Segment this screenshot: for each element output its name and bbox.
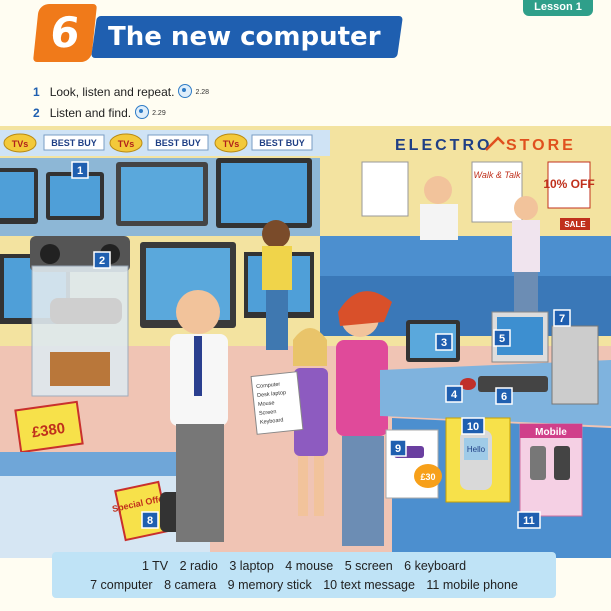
phone-screen-text: Hello bbox=[467, 445, 486, 454]
legend-item: 2 radio bbox=[179, 559, 218, 573]
discount-text: 10% OFF bbox=[543, 177, 594, 191]
sign-tvs-text: TVs bbox=[118, 139, 135, 149]
instruction-text: Listen and find. bbox=[49, 106, 132, 120]
callout-4-label: 4 bbox=[451, 389, 458, 401]
vocabulary-legend: 1 TV 2 radio 3 laptop 4 mouse 5 screen 6… bbox=[52, 552, 556, 598]
legend-item: 9 memory stick bbox=[227, 578, 312, 592]
unit-number-badge: 6 bbox=[32, 4, 98, 62]
computer-tower bbox=[551, 325, 599, 405]
keyboard bbox=[478, 376, 548, 392]
audio-track-number: 2.29 bbox=[152, 110, 166, 117]
legend-row-1: 1 TV 2 radio 3 laptop 4 mouse 5 screen 6… bbox=[52, 558, 556, 574]
unit-banner: 6 The new computer bbox=[32, 4, 403, 64]
store-scene: TVs BEST BUY TVs BEST BUY TVs BEST BUY E… bbox=[0, 126, 611, 558]
camera-box bbox=[50, 352, 110, 386]
legend-item: 4 mouse bbox=[285, 559, 334, 573]
instruction-number: 1 bbox=[33, 85, 40, 99]
callout-3-label: 3 bbox=[441, 337, 447, 349]
electro-store-illustration: TVs BEST BUY TVs BEST BUY TVs BEST BUY E… bbox=[0, 126, 611, 558]
callout-6-label: 6 bbox=[501, 391, 507, 403]
shopping-note: Computer Desk laptop Mouse Screen Keyboa… bbox=[250, 371, 304, 435]
lesson-tab: Lesson 1 bbox=[523, 0, 593, 16]
store-name-right: STORE bbox=[506, 137, 576, 154]
legend-item: 3 laptop bbox=[229, 559, 274, 573]
callout-11-label: 11 bbox=[523, 515, 535, 527]
audio-cd-icon[interactable] bbox=[135, 105, 150, 119]
audio-track-number: 2.28 bbox=[195, 89, 210, 96]
callout-10-label: 10 bbox=[467, 421, 479, 433]
callout-7-label: 7 bbox=[559, 313, 565, 325]
sign-best-buy-text: BEST BUY bbox=[155, 138, 201, 148]
legend-item: 6 keyboard bbox=[404, 559, 467, 573]
price-sign: £380 bbox=[14, 400, 84, 454]
sale-text: SALE bbox=[564, 220, 586, 229]
legend-item: 7 computer bbox=[90, 578, 153, 592]
cd-player bbox=[50, 298, 122, 324]
walk-talk-text: Walk & Talk bbox=[473, 170, 521, 180]
sign-tvs-text: TVs bbox=[223, 139, 240, 149]
tv-screen bbox=[121, 167, 203, 221]
legend-item: 1 TV bbox=[141, 559, 169, 573]
customer-at-counter bbox=[512, 196, 540, 316]
shelf-signs: TVs BEST BUY TVs BEST BUY TVs BEST BUY bbox=[3, 133, 313, 153]
memory-stick-price: £30 bbox=[420, 472, 435, 482]
legend-item: 10 text message bbox=[323, 578, 415, 592]
tv-screen bbox=[221, 163, 307, 223]
radio-display bbox=[30, 236, 130, 397]
callout-5-label: 5 bbox=[499, 333, 505, 345]
page-title: The new computer bbox=[108, 22, 381, 52]
mobile-sign-text: Mobile bbox=[535, 427, 567, 438]
callout-2-label: 2 bbox=[99, 255, 105, 267]
instruction-number: 2 bbox=[33, 106, 40, 120]
legend-item: 5 screen bbox=[344, 559, 393, 573]
store-name-left: ELECTRO bbox=[395, 137, 492, 154]
instruction-1: 1 Look, listen and repeat. 2.28 bbox=[33, 84, 209, 101]
sign-best-buy-text: BEST BUY bbox=[51, 138, 97, 148]
sign-tvs-text: TVs bbox=[12, 139, 29, 149]
tv-screen bbox=[0, 172, 34, 218]
callout-8-label: 8 bbox=[147, 515, 153, 527]
boy bbox=[262, 220, 292, 350]
sign-best-buy-text: BEST BUY bbox=[259, 138, 305, 148]
audio-cd-icon[interactable] bbox=[178, 84, 193, 98]
callout-1-label: 1 bbox=[77, 165, 83, 177]
instruction-2: 2 Listen and find. 2.29 bbox=[33, 105, 166, 122]
mobile-card: Mobile bbox=[519, 423, 583, 517]
instruction-text: Look, listen and repeat. bbox=[49, 85, 175, 99]
legend-item: 11 mobile phone bbox=[426, 578, 518, 592]
legend-item: 8 camera bbox=[164, 578, 217, 592]
legend-row-2: 7 computer 8 camera 9 memory stick 10 te… bbox=[52, 577, 556, 593]
headset-poster bbox=[361, 161, 409, 217]
counter-top bbox=[320, 236, 611, 276]
tv-screen bbox=[50, 176, 100, 216]
callout-9-label: 9 bbox=[395, 443, 401, 455]
